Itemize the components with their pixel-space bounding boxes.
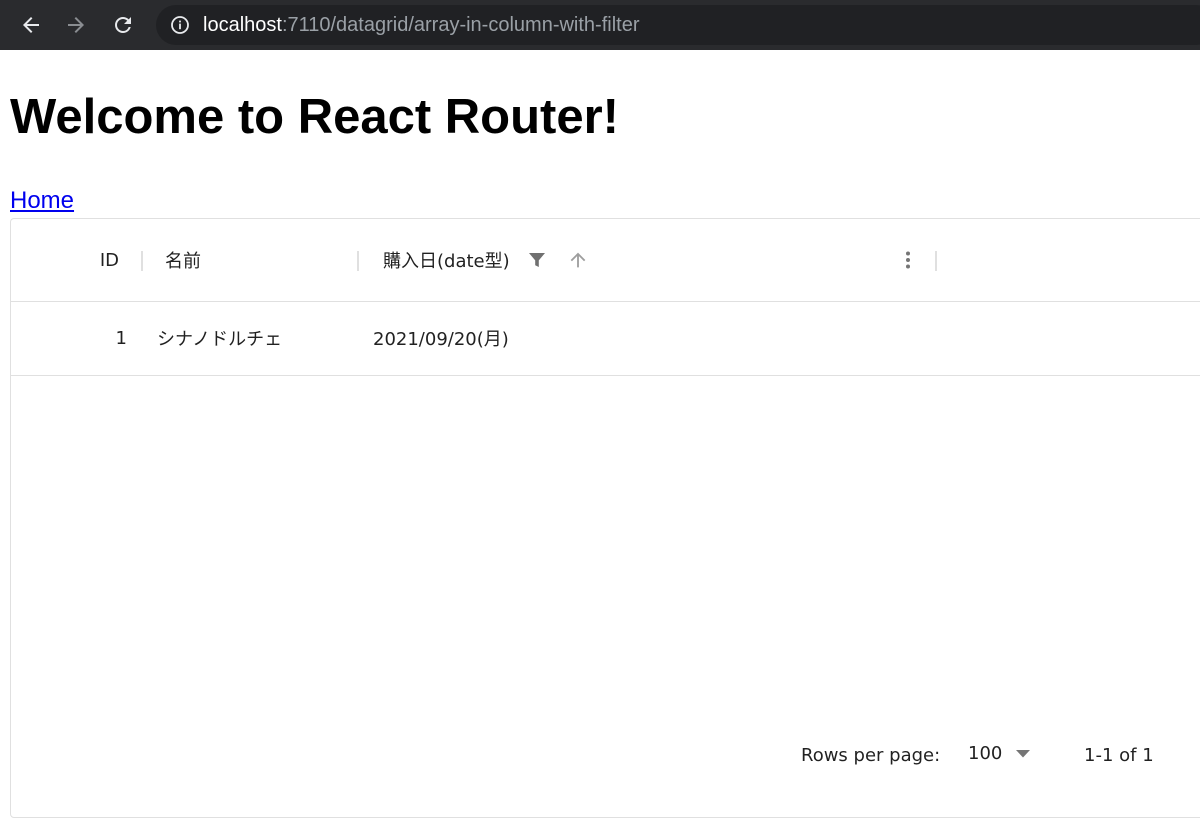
reload-button[interactable] (108, 10, 138, 40)
pagination: Rows per page: 100 1-1 of 1 (11, 729, 1200, 785)
rows-per-page-label: Rows per page: (801, 745, 941, 766)
browser-toolbar: localhost:7110/datagrid/array-in-column-… (0, 0, 1200, 50)
caret-down-icon (1016, 749, 1031, 758)
address-bar[interactable]: localhost:7110/datagrid/array-in-column-… (156, 5, 1200, 45)
arrow-left-icon (23, 17, 39, 33)
column-header-label: 購入日(date型) (383, 251, 510, 272)
column-separator[interactable] (935, 251, 937, 271)
data-grid: ID 名前 購入日(date型) 1 シナノドルチェ 2021/09/20(月)… (10, 218, 1200, 818)
cell-purchase-date: 2021/09/20(月) (373, 329, 509, 350)
url-text[interactable]: localhost:7110/datagrid/array-in-column-… (203, 14, 640, 37)
forward-button[interactable] (61, 10, 91, 40)
rows-per-page-value: 100 (968, 743, 1003, 764)
home-link[interactable]: Home (10, 187, 74, 215)
column-header-purchase-date[interactable]: 購入日(date型) (359, 219, 937, 301)
table-row[interactable]: 1 シナノドルチェ 2021/09/20(月) (11, 301, 1200, 376)
arrow-right-icon (68, 17, 84, 33)
rows-per-page-select[interactable]: 100 (968, 743, 1031, 764)
page-range: 1-1 of 1 (1084, 745, 1154, 766)
back-button[interactable] (16, 10, 46, 40)
grid-header: ID 名前 購入日(date型) (11, 219, 1200, 302)
column-header-label: 名前 (165, 251, 201, 272)
info-icon[interactable] (170, 15, 190, 35)
page-title: Welcome to React Router! (10, 90, 619, 144)
url-path: :7110/datagrid/array-in-column-with-filt… (281, 13, 640, 36)
filter-icon[interactable] (527, 250, 547, 270)
sort-ascending-icon[interactable] (567, 249, 589, 271)
cell-name: シナノドルチェ (157, 329, 283, 350)
more-vertical-icon[interactable] (897, 249, 919, 271)
column-header-name[interactable]: 名前 (143, 219, 357, 301)
cell-id: 1 (115, 327, 127, 349)
url-host: localhost (203, 13, 282, 36)
reload-icon (115, 17, 131, 33)
column-header-label: ID (99, 249, 119, 271)
column-header-id[interactable]: ID (11, 219, 141, 301)
